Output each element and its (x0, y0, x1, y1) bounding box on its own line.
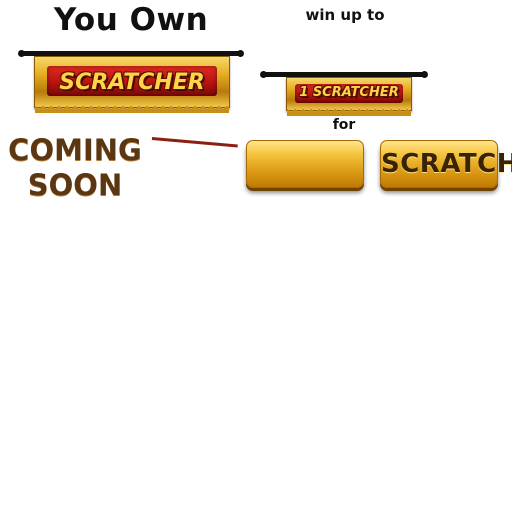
price-button[interactable] (246, 140, 364, 188)
divider-line (151, 137, 238, 148)
win-up-to-label: win up to (305, 6, 385, 24)
owned-banner-fringe (35, 106, 229, 113)
prize-banner-label: 1 SCRATCHER (299, 85, 399, 100)
coming-soon-line1: COMING (8, 133, 142, 167)
prize-banner-fringe (287, 109, 411, 116)
for-label: for (332, 117, 356, 133)
coming-soon-line2: SOON (27, 168, 123, 202)
prize-banner: 1 SCRATCHER (286, 77, 412, 116)
owned-banner-label: SCRATCHER (59, 70, 205, 95)
scratch-button-label: SCRATCH (381, 149, 512, 179)
coming-soon-text: COMING SOON (4, 133, 146, 203)
owned-scratcher-banner: SCRATCHER (34, 56, 230, 113)
scratch-button[interactable]: SCRATCH (380, 140, 512, 188)
you-own-heading: You Own (53, 2, 209, 38)
